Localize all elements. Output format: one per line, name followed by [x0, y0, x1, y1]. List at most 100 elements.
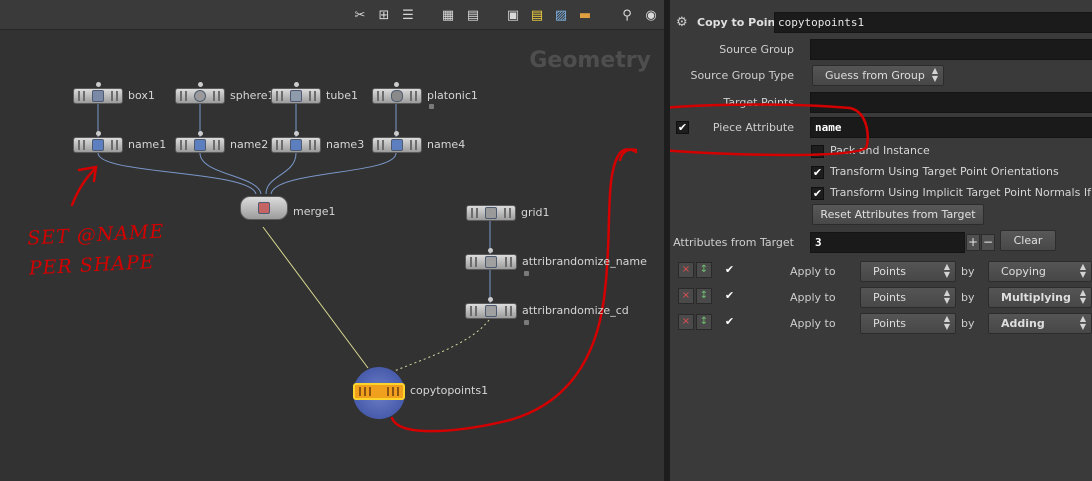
- insert-row-icon[interactable]: ↕: [696, 288, 712, 304]
- node-attribrandomize-cd[interactable]: [465, 303, 517, 319]
- node-name2[interactable]: [175, 137, 225, 153]
- network-editor[interactable]: ✂ ⊞ ☰ ▦ ▤ ▣ ▤ ▨ ▬ ⚲ ◉ Geometry box1 sphe…: [0, 0, 664, 481]
- apply-to-value: Points: [873, 291, 907, 304]
- parameter-panel: ⚙ Copy to Points copytopoints1 Source Gr…: [670, 0, 1092, 481]
- attribrandomize-icon: [485, 256, 497, 268]
- transform-orient-checkbox[interactable]: ✔: [811, 166, 824, 179]
- apply-to-label: Apply to: [790, 317, 836, 330]
- updown-arrow-icon: ▲ ▼: [1079, 262, 1086, 279]
- apply-to-value: Points: [873, 265, 907, 278]
- wire-name1-merge1: [97, 152, 257, 195]
- updown-arrow-icon: ▲ ▼: [1079, 314, 1086, 331]
- node-label-grid1[interactable]: grid1: [521, 206, 550, 219]
- updown-arrow-icon: ▲ ▼: [943, 314, 950, 331]
- node-box1[interactable]: [73, 88, 123, 104]
- node-name1[interactable]: [73, 137, 123, 153]
- transform-normals-checkbox[interactable]: ✔: [811, 187, 824, 200]
- node-label-name3[interactable]: name3: [326, 138, 364, 151]
- node-label-merge1[interactable]: merge1: [293, 205, 336, 218]
- transform-normals-label: Transform Using Implicit Target Point No…: [830, 186, 1092, 199]
- remove-row-icon[interactable]: ×: [678, 314, 694, 330]
- input-dot[interactable]: [488, 297, 493, 302]
- add-multiparm-button[interactable]: +: [966, 234, 980, 251]
- node-merge1[interactable]: [240, 196, 288, 220]
- remove-multiparm-button[interactable]: −: [981, 234, 995, 251]
- input-dot[interactable]: [394, 131, 399, 136]
- attribute-mode-value: Adding: [1001, 317, 1045, 330]
- source-group-field[interactable]: [810, 39, 1092, 60]
- input-dot[interactable]: [96, 131, 101, 136]
- insert-row-icon[interactable]: ↕: [696, 262, 712, 278]
- node-name-field[interactable]: copytopoints1: [774, 12, 1092, 33]
- node-grid1[interactable]: [466, 205, 516, 221]
- node-name4[interactable]: [372, 137, 422, 153]
- node-name3[interactable]: [271, 137, 321, 153]
- sphere-icon: [194, 90, 206, 102]
- apply-to-menu[interactable]: Points ▲ ▼: [860, 313, 956, 334]
- node-attribrandomize-name[interactable]: [465, 254, 517, 270]
- lock-icon: [524, 320, 529, 325]
- wire-name2-merge1: [199, 152, 262, 195]
- name-sop-icon: [391, 139, 403, 151]
- node-label-name4[interactable]: name4: [427, 138, 465, 151]
- clear-button[interactable]: Clear: [1000, 230, 1056, 251]
- row-enable-checkbox[interactable]: ✔: [723, 290, 736, 303]
- tube-icon: [290, 90, 302, 102]
- node-label-copytopoints1[interactable]: copytopoints1: [410, 384, 488, 397]
- by-label: by: [961, 291, 975, 304]
- updown-arrow-icon: ▲ ▼: [943, 288, 950, 305]
- node-platonic1[interactable]: [372, 88, 422, 104]
- attributes-from-target-field[interactable]: 3: [810, 232, 965, 253]
- attribute-mode-menu[interactable]: Copying ▲ ▼: [988, 261, 1092, 282]
- attributes-from-target-label: Attributes from Target: [673, 236, 794, 249]
- source-group-type-menu[interactable]: Guess from Group ▲ ▼: [812, 65, 944, 86]
- attribute-mode-menu[interactable]: Multiplying ▲ ▼: [988, 287, 1092, 308]
- node-label-box1[interactable]: box1: [128, 89, 155, 102]
- input-dot[interactable]: [294, 131, 299, 136]
- remove-row-icon[interactable]: ×: [678, 288, 694, 304]
- node-label-tube1[interactable]: tube1: [326, 89, 358, 102]
- houdini-window: ✂ ⊞ ☰ ▦ ▤ ▣ ▤ ▨ ▬ ⚲ ◉ Geometry box1 sphe…: [0, 0, 1092, 481]
- input-dot[interactable]: [394, 82, 399, 87]
- input-dot[interactable]: [294, 82, 299, 87]
- node-tube1[interactable]: [271, 88, 321, 104]
- input-dot[interactable]: [198, 82, 203, 87]
- lock-icon: [429, 104, 434, 109]
- remove-row-icon[interactable]: ×: [678, 262, 694, 278]
- input-dot[interactable]: [198, 131, 203, 136]
- apply-to-menu[interactable]: Points ▲ ▼: [860, 287, 956, 308]
- node-label-name2[interactable]: name2: [230, 138, 268, 151]
- gear-icon[interactable]: ⚙: [676, 15, 691, 30]
- grid-sop-icon: [485, 207, 497, 219]
- attribute-mode-menu[interactable]: Adding ▲ ▼: [988, 313, 1092, 334]
- by-label: by: [961, 317, 975, 330]
- node-label-name1[interactable]: name1: [128, 138, 166, 151]
- by-label: by: [961, 265, 975, 278]
- insert-row-icon[interactable]: ↕: [696, 314, 712, 330]
- node-sphere1[interactable]: [175, 88, 225, 104]
- annotation-arrow-line: [70, 166, 98, 207]
- input-dot[interactable]: [96, 82, 101, 87]
- annotation-ellipse: [670, 103, 869, 157]
- wire-merge1-copytopoints1: [262, 226, 369, 369]
- apply-to-label: Apply to: [790, 265, 836, 278]
- box-icon: [92, 90, 104, 102]
- name-sop-icon: [290, 139, 302, 151]
- source-group-type-value: Guess from Group: [825, 69, 925, 82]
- node-label-sphere1[interactable]: sphere1: [230, 89, 275, 102]
- platonic-icon: [391, 90, 403, 102]
- input-dot[interactable]: [488, 248, 493, 253]
- name-sop-icon: [194, 139, 206, 151]
- node-label-platonic1[interactable]: platonic1: [427, 89, 478, 102]
- updown-arrow-icon: ▲ ▼: [1079, 288, 1086, 305]
- row-enable-checkbox[interactable]: ✔: [723, 264, 736, 277]
- apply-to-value: Points: [873, 317, 907, 330]
- row-enable-checkbox[interactable]: ✔: [723, 316, 736, 329]
- reset-attributes-button[interactable]: Reset Attributes from Target: [812, 204, 984, 225]
- node-copytopoints1[interactable]: [353, 367, 405, 419]
- node-label-attribrandomize-cd[interactable]: attribrandomize_cd: [522, 304, 629, 317]
- node-label-attribrandomize-name[interactable]: attribrandomize_name: [522, 255, 647, 268]
- copytopoints-node-body[interactable]: [353, 383, 405, 400]
- apply-to-menu[interactable]: Points ▲ ▼: [860, 261, 956, 282]
- attribrandomize-icon: [485, 305, 497, 317]
